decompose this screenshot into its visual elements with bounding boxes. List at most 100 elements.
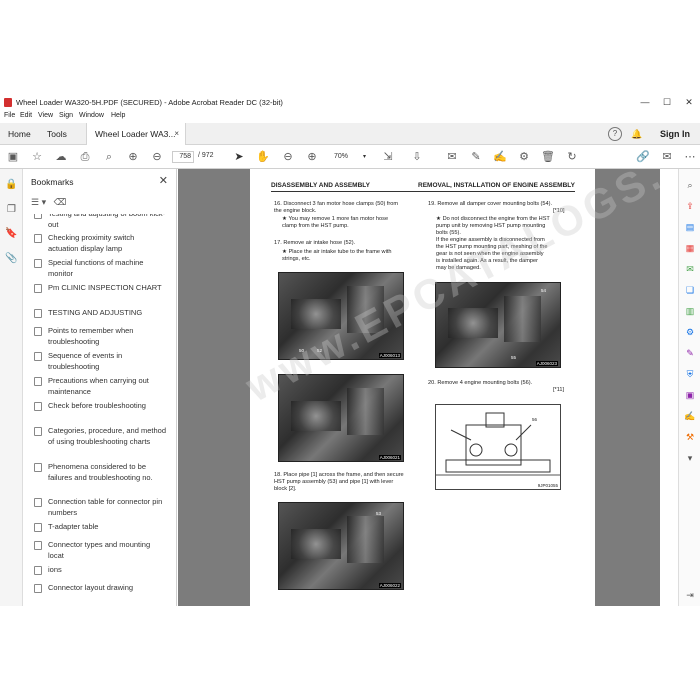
bookmark-item[interactable]: Check before troubleshooting bbox=[34, 401, 166, 412]
zoom-level-dropdown[interactable]: 70% ▾ bbox=[326, 151, 368, 163]
organize-pages-icon[interactable]: ▥ bbox=[684, 305, 696, 317]
hand-tool-icon[interactable]: ✋ bbox=[256, 150, 270, 164]
more-options-icon[interactable]: ⋯ bbox=[683, 150, 697, 164]
photo-air-intake: AJ006021 bbox=[278, 374, 404, 462]
print-icon[interactable]: ⎙ bbox=[78, 150, 92, 164]
rail-more-icon[interactable]: ▾ bbox=[684, 452, 696, 464]
bookmarks-icon[interactable]: 🔖 bbox=[5, 227, 18, 240]
figure-code: 9JP01055 bbox=[537, 483, 558, 488]
search-icon[interactable]: ⌕ bbox=[102, 150, 116, 164]
close-window-button[interactable]: ✕ bbox=[680, 96, 698, 109]
step-19-ref: [*10] bbox=[553, 208, 565, 214]
bookmarks-title: Bookmarks bbox=[31, 177, 74, 187]
bookmark-item[interactable]: Sequence of events in troubleshooting bbox=[34, 351, 166, 372]
delete-icon[interactable]: 🗑 bbox=[541, 150, 555, 164]
tab-document-label: Wheel Loader WA3... bbox=[95, 129, 176, 139]
fill-sign-icon[interactable]: ✎ bbox=[684, 347, 696, 359]
tab-document[interactable]: Wheel Loader WA3... × bbox=[86, 123, 186, 145]
protect-shield-icon[interactable]: ⛨ bbox=[684, 368, 696, 380]
menu-help[interactable]: Help bbox=[111, 112, 125, 119]
comment-icon[interactable]: ✉ bbox=[445, 150, 459, 164]
bookmark-item[interactable]: Checking proximity switch actuation disp… bbox=[34, 233, 166, 254]
select-cursor-icon[interactable]: ➤ bbox=[232, 150, 246, 164]
menu-sign[interactable]: Sign bbox=[59, 112, 73, 119]
bookmark-item[interactable]: Phenomena considered to be failures and … bbox=[34, 462, 166, 483]
combine-files-icon[interactable]: ❏ bbox=[684, 284, 696, 296]
maximize-button[interactable]: ☐ bbox=[658, 96, 676, 109]
bookmark-options-icon[interactable]: ☰ ▾ ⌫ bbox=[31, 197, 66, 208]
tab-document-close-icon[interactable]: × bbox=[174, 123, 179, 145]
title-bar: Wheel Loader WA320-5H.PDF (SECURED) - Ad… bbox=[0, 94, 700, 111]
bookmark-item[interactable]: TESTING AND ADJUSTING bbox=[34, 308, 166, 319]
bookmark-item[interactable]: Pm CLINIC INSPECTION CHART bbox=[34, 283, 166, 294]
more-tools-icon[interactable]: ⚒ bbox=[684, 431, 696, 443]
menu-file[interactable]: File bbox=[4, 112, 15, 119]
bookmark-item[interactable]: Special functions of machine monitor bbox=[34, 258, 166, 279]
figure-code: AJ006022 bbox=[378, 583, 401, 588]
bookmark-item[interactable]: Points to remember when troubleshooting bbox=[34, 326, 166, 347]
document-view[interactable]: DISASSEMBLY AND ASSEMBLY REMOVAL, INSTAL… bbox=[178, 169, 660, 606]
tab-tools[interactable]: Tools bbox=[47, 123, 67, 145]
menu-view[interactable]: View bbox=[38, 112, 53, 119]
email-icon[interactable]: ✉ bbox=[660, 150, 674, 164]
send-for-signature-icon[interactable]: ▣ bbox=[684, 389, 696, 401]
bookmarks-panel: Bookmarks ✕ ☰ ▾ ⌫ Testing and adjusting … bbox=[23, 169, 193, 606]
highlight-pen-icon[interactable]: ✎ bbox=[469, 150, 483, 164]
stamp-icon[interactable]: ⚙ bbox=[517, 150, 531, 164]
bookmark-page-icon bbox=[34, 402, 42, 411]
zoom-in-icon[interactable]: ⊕ bbox=[305, 150, 319, 164]
step-20-ref: [*11] bbox=[553, 387, 565, 393]
callout-label: 54 bbox=[541, 288, 547, 293]
help-icon[interactable]: ? bbox=[608, 127, 622, 141]
sign-in-button[interactable]: Sign In bbox=[660, 123, 690, 145]
previous-page-icon[interactable]: ⊕ bbox=[126, 150, 140, 164]
notifications-bell-icon[interactable]: 🔔 bbox=[631, 127, 643, 141]
search-tool-icon[interactable]: ⌕ bbox=[684, 179, 696, 191]
page-thumbnails-icon[interactable]: ❐ bbox=[5, 203, 18, 216]
bookmark-item[interactable]: ions bbox=[34, 565, 166, 576]
attachments-paperclip-icon[interactable]: 📎 bbox=[5, 252, 18, 265]
right-tools-rail: ⌕ ⇪ ▤ ▦ ✉ ❏ ▥ ⚙ ✎ ⛨ ▣ ✍ ⚒ ▾ ⇥ bbox=[678, 169, 700, 606]
link-icon[interactable]: 🔗 bbox=[636, 150, 650, 164]
rotate-icon[interactable]: ↻ bbox=[565, 150, 579, 164]
prepare-form-icon[interactable]: ✍ bbox=[684, 410, 696, 422]
bookmark-item[interactable]: Precautions when carrying out maintenanc… bbox=[34, 376, 166, 397]
step-20-text: 20. Remove 4 engine mounting bolts (56). bbox=[428, 380, 533, 386]
bookmark-star-icon[interactable]: ☆ bbox=[30, 150, 44, 164]
bookmark-item[interactable]: Connector types and mounting locat bbox=[34, 540, 166, 561]
page-header-right: REMOVAL, INSTALLATION OF ENGINE ASSEMBLY bbox=[418, 182, 575, 189]
menu-edit[interactable]: Edit bbox=[20, 112, 32, 119]
bookmark-item[interactable]: Testing and adjusting of boom kick-out bbox=[34, 214, 166, 230]
lock-icon[interactable]: 🔒 bbox=[5, 178, 18, 191]
minimize-button[interactable]: — bbox=[636, 96, 654, 109]
scan-ocr-icon[interactable]: ⚙ bbox=[684, 326, 696, 338]
step-19-note: ★ Do not disconnect the engine from the … bbox=[436, 216, 550, 271]
zoom-out-icon[interactable]: ⊖ bbox=[281, 150, 295, 164]
create-pdf-icon[interactable]: ▤ bbox=[684, 221, 696, 233]
save-icon[interactable]: ▣ bbox=[6, 150, 20, 164]
bookmark-list: Testing and adjusting of boom kick-out C… bbox=[23, 214, 169, 606]
scrolling-mode-icon[interactable]: ⇩ bbox=[410, 150, 424, 164]
bookmark-item[interactable]: Categories, procedure, and method of usi… bbox=[34, 426, 166, 447]
page-number-input[interactable]: 758 bbox=[172, 151, 194, 163]
engine-mount-illustration bbox=[436, 412, 560, 476]
bookmark-page-icon bbox=[34, 566, 42, 575]
bookmark-item[interactable]: Connector layout drawing bbox=[34, 583, 166, 594]
edit-pdf-icon[interactable]: ▦ bbox=[684, 242, 696, 254]
callout-label: 55 bbox=[511, 355, 517, 360]
figure-code: AJ006021 bbox=[378, 455, 401, 460]
export-pdf-icon[interactable]: ⇪ bbox=[684, 200, 696, 212]
expand-rail-icon[interactable]: ⇥ bbox=[684, 589, 696, 601]
close-panel-icon[interactable]: ✕ bbox=[159, 174, 168, 187]
chevron-down-icon: ▾ bbox=[362, 154, 366, 160]
upload-cloud-icon[interactable]: ☁ bbox=[54, 150, 68, 164]
fit-page-icon[interactable]: ⇲ bbox=[381, 150, 395, 164]
window-title: Wheel Loader WA320-5H.PDF (SECURED) - Ad… bbox=[16, 98, 283, 107]
next-page-icon[interactable]: ⊖ bbox=[150, 150, 164, 164]
menu-window[interactable]: Window bbox=[79, 112, 104, 119]
bookmark-item[interactable]: Connection table for connector pin numbe… bbox=[34, 497, 166, 518]
draw-freehand-icon[interactable]: ✍ bbox=[493, 150, 507, 164]
comment-tool-icon[interactable]: ✉ bbox=[684, 263, 696, 275]
tab-home[interactable]: Home bbox=[8, 123, 31, 145]
bookmark-item[interactable]: T-adapter table bbox=[34, 522, 166, 533]
